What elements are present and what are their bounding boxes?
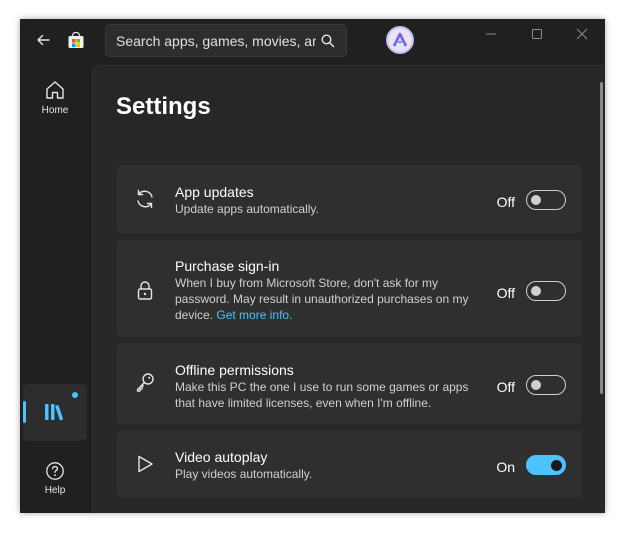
minimize-button[interactable] bbox=[468, 22, 514, 46]
setting-description: Update apps automatically. bbox=[175, 202, 319, 216]
lock-icon bbox=[137, 281, 153, 300]
setting-title: Video autoplay bbox=[175, 449, 268, 465]
setting-title: App updates bbox=[175, 184, 254, 200]
play-icon bbox=[138, 455, 153, 473]
page-title: Settings bbox=[116, 93, 211, 120]
setting-title: Purchase sign-in bbox=[175, 258, 280, 274]
close-icon bbox=[576, 28, 588, 40]
setting-card-video-autoplay: Video autoplay Play videos automatically… bbox=[117, 430, 582, 498]
setting-description: Make this PC the one I use to run some g… bbox=[175, 380, 469, 410]
toggle-state-label: Off bbox=[496, 285, 515, 301]
toggle-state-label: Off bbox=[496, 194, 515, 210]
app-updates-toggle[interactable] bbox=[526, 190, 566, 210]
title-bar bbox=[20, 19, 605, 65]
microsoft-store-logo-icon bbox=[67, 31, 85, 49]
back-arrow-icon bbox=[37, 34, 50, 46]
setting-title: Offline permissions bbox=[175, 362, 294, 378]
back-button[interactable] bbox=[32, 29, 54, 51]
setting-description: Play videos automatically. bbox=[175, 467, 313, 481]
setting-card-purchase-sign-in: Purchase sign-in When I buy from Microso… bbox=[117, 240, 582, 337]
search-input[interactable] bbox=[116, 25, 316, 56]
sync-icon bbox=[137, 189, 153, 209]
nav-item-library[interactable] bbox=[23, 384, 87, 441]
home-icon bbox=[46, 81, 64, 99]
toggle-knob bbox=[551, 459, 562, 471]
toggle-knob bbox=[531, 286, 541, 296]
nav-item-home[interactable]: Home bbox=[24, 73, 86, 129]
get-more-info-link[interactable]: Get more info. bbox=[216, 308, 292, 322]
nav-help-label: Help bbox=[44, 485, 66, 496]
microsoft-store-window: Home Help Settings bbox=[20, 19, 605, 513]
search-icon[interactable] bbox=[320, 33, 336, 49]
toggle-knob bbox=[531, 195, 541, 205]
scrollbar[interactable] bbox=[600, 82, 603, 394]
account-avatar[interactable] bbox=[386, 26, 414, 54]
update-badge-dot bbox=[72, 392, 78, 398]
settings-page: Settings App updates Update apps automat… bbox=[92, 65, 605, 513]
minimize-icon bbox=[486, 33, 496, 35]
close-button[interactable] bbox=[559, 22, 605, 46]
avatar-logo-icon bbox=[392, 32, 408, 47]
nav-home-label: Home bbox=[41, 105, 69, 116]
selected-indicator bbox=[23, 401, 26, 423]
video-autoplay-toggle[interactable] bbox=[526, 455, 566, 475]
purchase-sign-in-toggle[interactable] bbox=[526, 281, 566, 301]
key-icon bbox=[136, 373, 154, 392]
offline-permissions-toggle[interactable] bbox=[526, 375, 566, 395]
maximize-icon bbox=[532, 29, 542, 39]
toggle-knob bbox=[531, 380, 541, 390]
toggle-state-label: On bbox=[496, 459, 515, 475]
nav-item-help[interactable]: Help bbox=[24, 457, 86, 503]
navigation-rail: Home Help bbox=[20, 65, 92, 513]
setting-card-offline-permissions: Offline permissions Make this PC the one… bbox=[117, 343, 582, 424]
setting-description: When I buy from Microsoft Store, don't a… bbox=[175, 275, 475, 323]
help-icon bbox=[46, 462, 64, 480]
setting-card-app-updates: App updates Update apps automatically. O… bbox=[117, 165, 582, 233]
toggle-state-label: Off bbox=[496, 379, 515, 395]
maximize-button[interactable] bbox=[514, 22, 560, 46]
search-box[interactable] bbox=[105, 24, 347, 57]
library-icon bbox=[45, 404, 63, 421]
